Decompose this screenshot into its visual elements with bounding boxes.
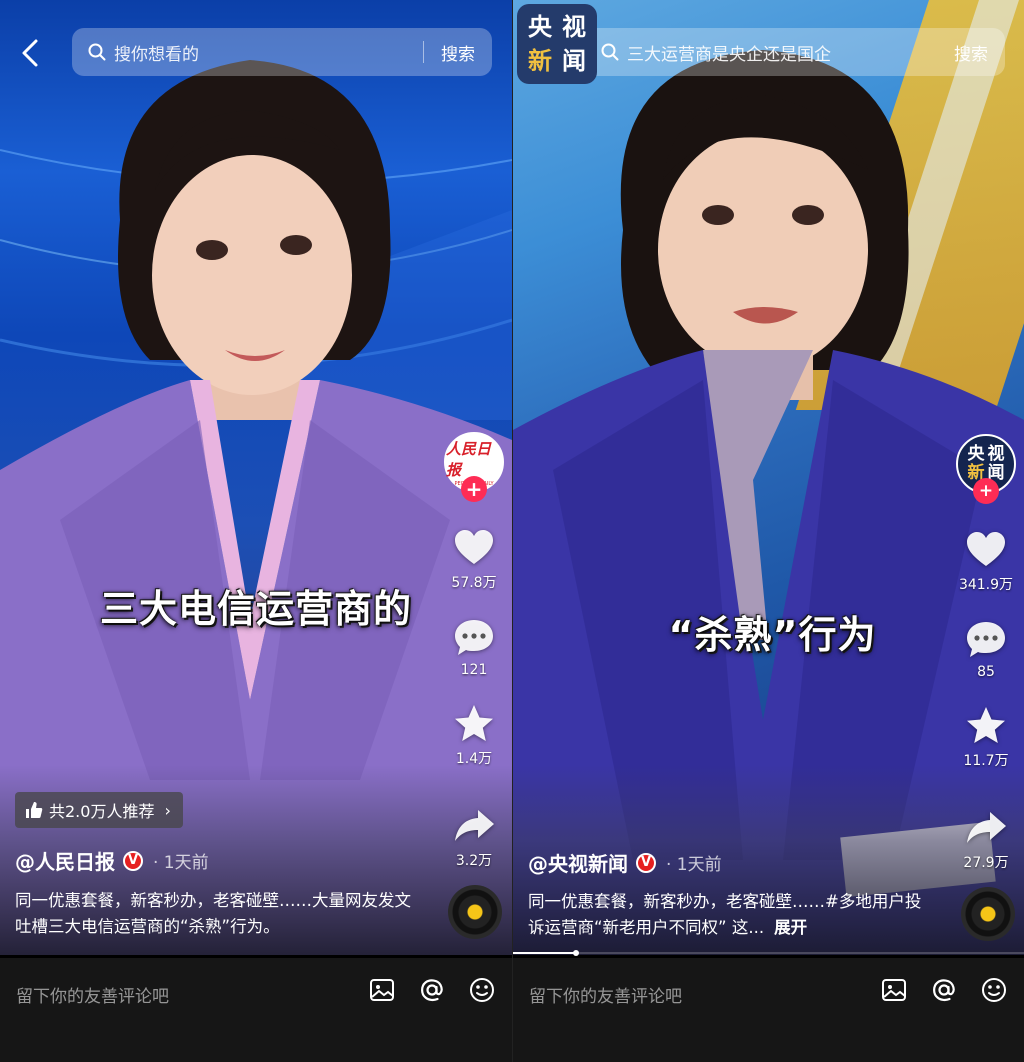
emoji-icon[interactable]: [980, 976, 1008, 1004]
music-disc-icon[interactable]: [961, 887, 1015, 941]
comment-bar: 留下你的友善评论吧: [513, 958, 1024, 1062]
expand-button[interactable]: 展开: [774, 918, 807, 937]
recommend-pill[interactable]: 共2.0万人推荐 ›: [15, 792, 183, 828]
search-button[interactable]: 搜索: [424, 40, 492, 65]
share-count: 27.9万: [963, 855, 1009, 871]
comment-count: 85: [977, 664, 995, 680]
action-column: 人民日报 PEOPLE'S DAILY + 57.8万 121 1.4万 3.2…: [436, 432, 512, 870]
like-button[interactable]: 57.8万: [451, 526, 497, 592]
comment-tools: [368, 976, 496, 1004]
post-time: · 1天前: [153, 853, 209, 873]
like-count: 341.9万: [958, 577, 1014, 593]
search-icon: [88, 43, 106, 61]
share-button[interactable]: 3.2万: [452, 804, 496, 870]
channel-logo: 央 视 新 闻: [517, 4, 597, 84]
music-disc-icon[interactable]: [448, 885, 502, 939]
post-time: · 1天前: [666, 855, 722, 875]
heart-icon: [454, 530, 493, 564]
search-bar[interactable]: 搜你想看的 搜索: [72, 28, 492, 76]
video-description: 同一优惠套餐，新客秒办，老客碰壁……大量网友发文吐槽三大电信运营商的“杀熟”行为…: [15, 891, 411, 936]
comment-icon: [967, 622, 1005, 657]
search-button[interactable]: 搜索: [937, 40, 1005, 65]
favorite-count: 1.4万: [455, 751, 493, 767]
comment-input[interactable]: 留下你的友善评论吧: [529, 982, 682, 1007]
comment-bar: 留下你的友善评论吧: [0, 958, 512, 1062]
avatar-logo-text: 人民日报: [446, 439, 492, 479]
author-row: @央视新闻 V · 1天前: [528, 848, 722, 877]
verified-badge: V: [636, 852, 656, 873]
author-avatar[interactable]: 人民日报 PEOPLE'S DAILY +: [444, 432, 504, 502]
comment-input[interactable]: 留下你的友善评论吧: [16, 982, 169, 1007]
favorite-button[interactable]: 1.4万: [452, 702, 496, 768]
follow-button[interactable]: +: [461, 476, 487, 502]
video-progress[interactable]: [513, 950, 1024, 956]
author-name[interactable]: @央视新闻: [528, 848, 628, 877]
at-icon[interactable]: [930, 976, 958, 1004]
description-text: 同一优惠套餐，新客秒办，老客碰壁……#多地用户投诉运营商“新老用户不同权” 这.…: [528, 892, 922, 937]
image-icon[interactable]: [880, 976, 908, 1004]
at-icon[interactable]: [418, 976, 446, 1004]
progress-fill: [513, 952, 576, 954]
favorite-count: 11.7万: [963, 753, 1009, 769]
share-icon: [966, 812, 1006, 843]
star-icon: [455, 705, 493, 741]
author-avatar[interactable]: 央 视 新 闻 +: [956, 434, 1016, 504]
share-button[interactable]: 27.9万: [963, 806, 1009, 872]
left-video-panel: 搜你想看的 搜索 三大电信运营商的 人民日报 PEOPLE'S DAILY + …: [0, 0, 512, 1062]
logo-char: 新: [528, 47, 552, 75]
star-icon: [966, 707, 1005, 743]
avatar-char: 央: [967, 444, 985, 464]
search-input[interactable]: 三大运营商是央企还是国企: [627, 40, 937, 65]
right-video-panel: 三大运营商是央企还是国企 搜索 央 视 新 闻 “杀熟”行为 央 视 新 闻 +…: [513, 0, 1024, 1062]
comment-button[interactable]: 121: [452, 616, 496, 678]
thumbs-up-icon: [26, 802, 43, 818]
action-column: 央 视 新 闻 + 341.9万 85 11.7万 27.9万: [948, 434, 1024, 872]
image-icon[interactable]: [368, 976, 396, 1004]
video-description: 同一优惠套餐，新客秒办，老客碰壁……#多地用户投诉运营商“新老用户不同权” 这.…: [528, 889, 928, 941]
comment-button[interactable]: 85: [964, 618, 1008, 680]
author-row: @人民日报 V · 1天前: [15, 846, 209, 875]
logo-char: 闻: [562, 47, 586, 75]
emoji-icon[interactable]: [468, 976, 496, 1004]
comment-count: 121: [460, 662, 488, 678]
share-count: 3.2万: [455, 853, 493, 869]
comment-icon: [455, 620, 493, 655]
heart-icon: [967, 532, 1005, 566]
chevron-right-icon: ›: [164, 800, 171, 820]
verified-badge: V: [123, 850, 143, 871]
logo-char: 视: [562, 13, 586, 41]
author-name[interactable]: @人民日报: [15, 846, 115, 875]
favorite-button[interactable]: 11.7万: [963, 704, 1009, 770]
search-icon: [601, 43, 619, 61]
back-icon[interactable]: [16, 36, 46, 70]
comment-tools: [880, 976, 1008, 1004]
like-count: 57.8万: [451, 575, 497, 591]
share-icon: [455, 810, 494, 841]
follow-button[interactable]: +: [973, 478, 999, 504]
like-button[interactable]: 341.9万: [959, 528, 1013, 594]
progress-handle[interactable]: [573, 950, 579, 956]
avatar-char: 视: [987, 444, 1005, 464]
search-input[interactable]: 搜你想看的: [114, 40, 423, 65]
search-bar[interactable]: 三大运营商是央企还是国企 搜索: [585, 28, 1005, 76]
recommend-label: 共2.0万人推荐: [49, 802, 155, 821]
logo-char: 央: [528, 13, 552, 41]
